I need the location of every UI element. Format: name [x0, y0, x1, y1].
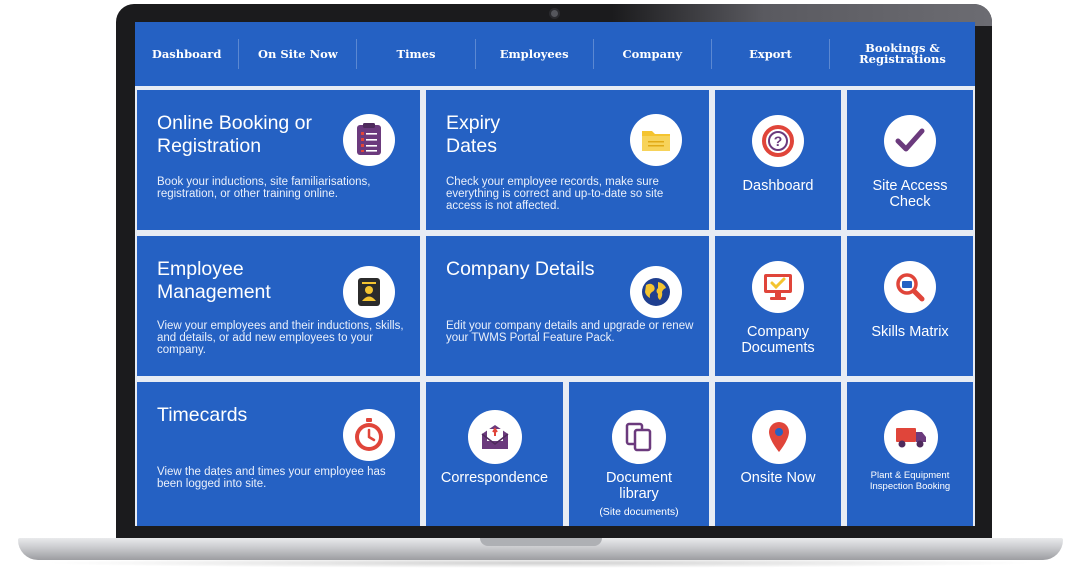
tile-title: Employee Management	[157, 258, 271, 303]
globe-icon	[630, 266, 682, 318]
tile-label: Document library	[605, 470, 673, 502]
folder-icon	[630, 114, 682, 166]
nav-dashboard[interactable]: Dashboard	[135, 39, 240, 69]
tile-title: Expiry Dates	[446, 112, 501, 157]
app-screen: Dashboard On Site Now Times Employees Co…	[135, 22, 975, 526]
tile-employee-management[interactable]: Employee Management View your employees …	[137, 236, 420, 376]
tile-label: Skills Matrix	[871, 324, 949, 340]
tile-dashboard[interactable]: ? Dashboard	[715, 90, 841, 230]
tile-online-booking[interactable]: Online Booking or Registration Book your…	[137, 90, 420, 230]
location-pin-icon	[752, 410, 806, 464]
id-card-icon	[343, 266, 395, 318]
tile-description: View your employees and their inductions…	[157, 320, 404, 356]
nav-times[interactable]: Times	[357, 39, 476, 69]
tile-title: Online Booking or Registration	[157, 112, 313, 157]
svg-text:?: ?	[774, 133, 783, 149]
nav-company[interactable]: Company	[594, 39, 712, 69]
laptop-notch	[480, 538, 602, 546]
magnifier-icon	[884, 261, 936, 313]
top-nav: Dashboard On Site Now Times Employees Co…	[135, 22, 975, 86]
tile-label: Company Documents	[741, 324, 815, 356]
tile-onsite-now[interactable]: Onsite Now	[715, 382, 841, 526]
stopwatch-icon	[343, 409, 395, 461]
tile-correspondence[interactable]: Correspondence	[426, 382, 563, 526]
tile-label: Site Access Check	[872, 178, 948, 210]
tile-description: Check your employee records, make sure e…	[446, 176, 664, 212]
nav-employees[interactable]: Employees	[476, 39, 594, 69]
nav-export[interactable]: Export	[712, 39, 831, 69]
tile-plant-equipment[interactable]: Plant & Equipment Inspection Booking	[847, 382, 973, 526]
tile-sublabel: (Site documents)	[599, 506, 679, 518]
tile-site-access-check[interactable]: Site Access Check	[847, 90, 973, 230]
tile-expiry-dates[interactable]: Expiry Dates Check your employee records…	[426, 90, 709, 230]
tile-label: Dashboard	[742, 178, 814, 194]
question-icon: ?	[752, 115, 804, 167]
tile-skills-matrix[interactable]: Skills Matrix	[847, 236, 973, 376]
tile-title: Timecards	[157, 404, 248, 426]
tile-label: Onsite Now	[740, 470, 816, 486]
tile-description: Book your inductions, site familiarisati…	[157, 176, 371, 200]
tile-label: Plant & Equipment Inspection Booking	[869, 470, 951, 492]
monitor-check-icon	[752, 261, 804, 313]
checkmark-icon	[884, 115, 936, 167]
truck-icon	[884, 410, 938, 464]
tile-company-documents[interactable]: Company Documents	[715, 236, 841, 376]
tile-title: Company Details	[446, 258, 595, 280]
documents-icon	[612, 410, 666, 464]
tile-label: Correspondence	[440, 470, 549, 486]
tile-description: Edit your company details and upgrade or…	[446, 320, 694, 344]
nav-bookings-registrations[interactable]: Bookings & Registrations	[830, 39, 975, 69]
clipboard-list-icon	[343, 114, 395, 166]
tile-company-details[interactable]: Company Details Edit your company detail…	[426, 236, 709, 376]
nav-on-site-now[interactable]: On Site Now	[239, 39, 358, 69]
tile-document-library[interactable]: Document library (Site documents)	[569, 382, 709, 526]
tile-timecards[interactable]: Timecards View the dates and times your …	[137, 382, 420, 526]
tile-description: View the dates and times your employee h…	[157, 466, 386, 490]
webcam	[551, 10, 558, 17]
envelope-icon	[468, 410, 522, 464]
